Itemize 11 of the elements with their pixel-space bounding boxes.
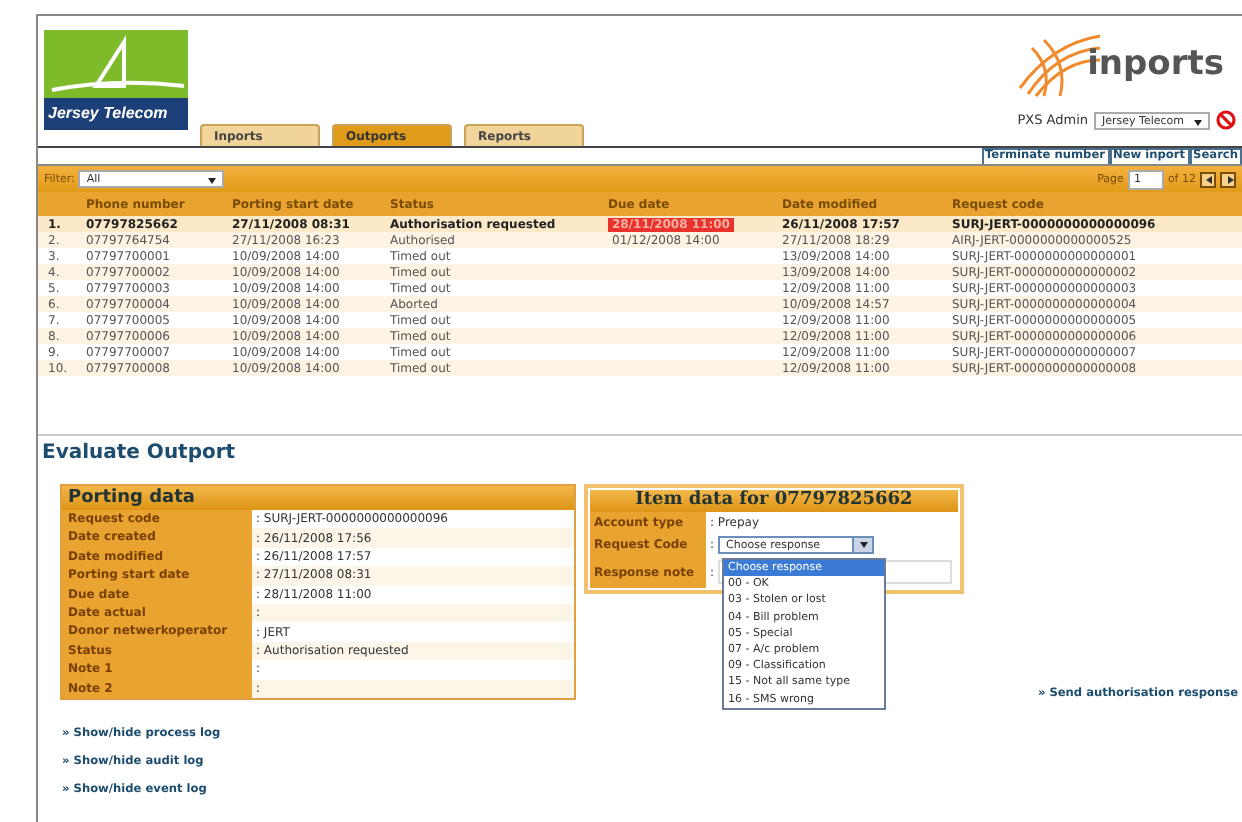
panel-title: Item data for 07797825662 — [590, 490, 958, 512]
section-title: Evaluate Outport — [42, 442, 238, 464]
dropdown-button[interactable] — [852, 538, 873, 552]
caret-icon — [208, 178, 217, 184]
logo-text: Jersey Telecom — [44, 98, 188, 130]
next-page-button[interactable] — [1220, 171, 1236, 187]
previous-page-button[interactable] — [1200, 171, 1216, 187]
caret-icon — [1194, 119, 1202, 125]
inports-logo-text: inports — [1087, 44, 1224, 84]
no-entry-icon[interactable] — [1216, 110, 1236, 130]
panel-title: Porting data — [62, 486, 574, 510]
